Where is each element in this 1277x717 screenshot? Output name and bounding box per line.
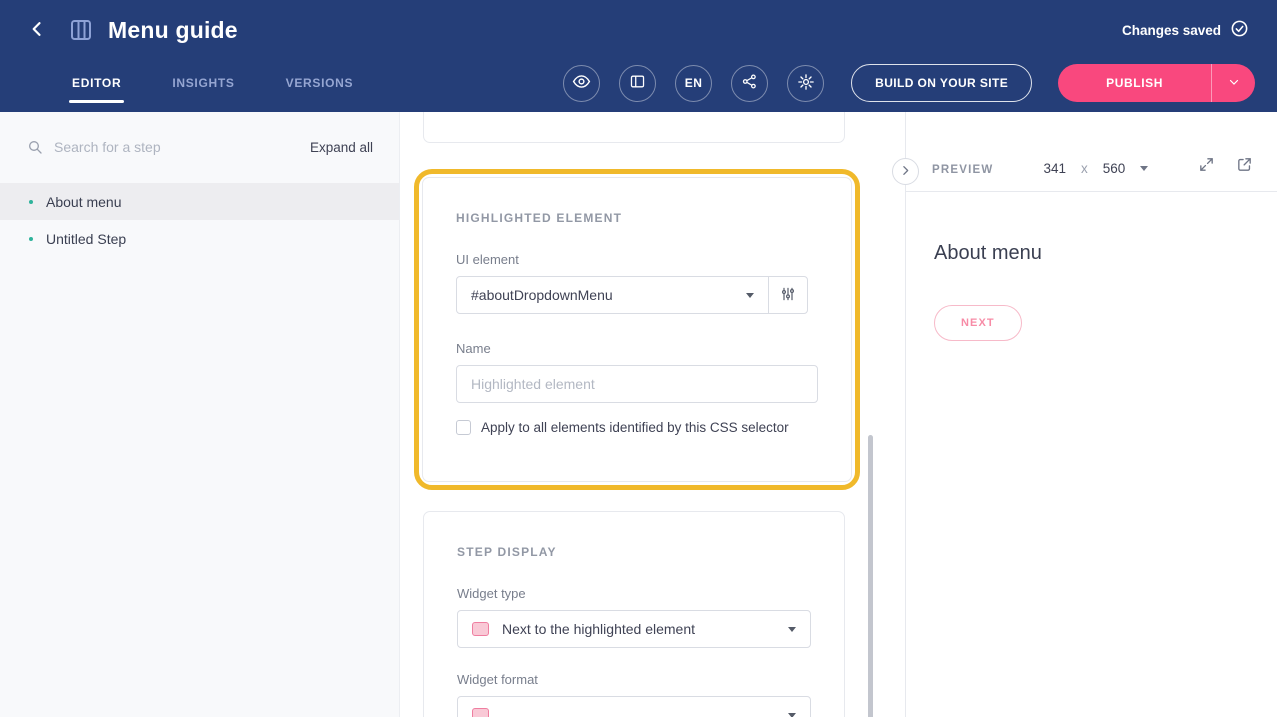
step-search-input[interactable] [54,139,299,155]
apply-all-checkbox-label: Apply to all elements identified by this… [481,420,789,435]
search-icon [27,139,43,155]
preview-panel: PREVIEW 341 x 560 About menu NEXT [905,112,1277,717]
check-circle-icon [1230,19,1249,41]
page-title: Menu guide [108,17,238,44]
highlighted-element-card: HIGHLIGHTED ELEMENT UI element #aboutDro… [422,177,852,482]
apply-all-checkbox[interactable] [456,420,471,435]
expand-all-button[interactable]: Expand all [310,140,373,155]
chevron-left-icon [27,19,47,42]
preview-height-value: 560 [1103,161,1126,176]
preview-step-heading: About menu [934,242,1277,265]
step-display-card: STEP DISPLAY Widget type Next to the hig… [423,511,845,717]
editor-scrollbar[interactable] [868,435,873,717]
name-label: Name [456,341,818,356]
step-item-label: Untitled Step [46,231,126,247]
guide-icon [68,17,94,43]
publish-dropdown-button[interactable] [1211,64,1255,102]
widget-type-select[interactable]: Next to the highlighted element [457,610,811,648]
chevron-right-icon [899,164,912,180]
preview-dimensions-select[interactable]: 341 x 560 [1043,161,1148,176]
external-link-icon [1236,156,1253,176]
step-dot-icon [29,200,33,204]
changes-saved-status: Changes saved [1122,19,1255,41]
back-button[interactable] [22,15,52,45]
gear-icon [797,73,815,94]
share-icon [741,73,758,93]
tooltip-widget-icon [472,708,489,717]
steps-sidebar: Expand all About menu Untitled Step [0,112,400,717]
widget-format-label: Widget format [457,672,811,687]
tab-editor[interactable]: EDITOR [72,76,121,90]
layout-panel-button[interactable] [619,65,656,102]
widget-format-select[interactable] [457,696,811,717]
share-button[interactable] [731,65,768,102]
collapse-preview-button[interactable] [892,158,919,185]
topbar: Menu guide Changes saved EDITOR INSIGHTS… [0,0,1277,112]
tab-versions[interactable]: VERSIONS [286,76,354,90]
step-item-label: About menu [46,194,122,210]
language-button[interactable]: EN [675,65,712,102]
language-label: EN [685,76,703,90]
highlighted-section-outline: HIGHLIGHTED ELEMENT UI element #aboutDro… [414,169,860,490]
tooltip-widget-icon [472,622,489,636]
ui-element-select[interactable]: #aboutDropdownMenu [456,276,769,314]
chevron-down-icon [788,713,796,717]
widget-format-option [472,708,489,717]
preview-header: PREVIEW 341 x 560 [906,112,1277,192]
topbar-nav-row: EDITOR INSIGHTS VERSIONS EN [0,60,1277,106]
sliders-icon [780,286,796,305]
main-tabs: EDITOR INSIGHTS VERSIONS [72,76,353,90]
widget-type-option: Next to the highlighted element [472,621,695,637]
dimension-separator: x [1081,161,1088,176]
ui-element-value: #aboutDropdownMenu [471,287,613,303]
publish-button[interactable]: PUBLISH [1058,64,1211,102]
ui-element-label: UI element [456,252,818,267]
build-on-your-site-button[interactable]: BUILD ON YOUR SITE [851,64,1032,102]
publish-split-button: PUBLISH [1058,64,1255,102]
fullscreen-preview-button[interactable] [1198,156,1215,176]
preview-header-icons [1198,156,1253,176]
preview-eye-button[interactable] [563,65,600,102]
highlighted-element-name-input[interactable] [456,365,818,403]
step-item-untitled-step[interactable]: Untitled Step [0,220,399,257]
eye-icon [572,72,591,94]
apply-all-checkbox-row: Apply to all elements identified by this… [456,420,818,435]
step-search-row: Expand all [0,112,399,175]
open-in-new-window-button[interactable] [1236,156,1253,176]
preview-width-value: 341 [1043,161,1066,176]
step-item-about-menu[interactable]: About menu [0,183,399,220]
chevron-down-icon [746,293,754,298]
chevron-down-icon [1228,76,1240,91]
step-dot-icon [29,237,33,241]
preview-next-button[interactable]: NEXT [934,305,1022,341]
panel-icon [629,73,646,93]
expand-icon [1198,156,1215,176]
ui-element-row: #aboutDropdownMenu [456,276,818,314]
step-editor-panel: HIGHLIGHTED ELEMENT UI element #aboutDro… [400,112,905,717]
preview-body: About menu NEXT [906,192,1277,341]
widget-type-label: Widget type [457,586,811,601]
chevron-down-icon [1140,166,1148,171]
widget-type-value: Next to the highlighted element [502,621,695,637]
previous-section-card [423,112,845,143]
step-list: About menu Untitled Step [0,183,399,257]
section-title: HIGHLIGHTED ELEMENT [456,211,818,225]
topbar-controls: EN BUILD ON YOUR SITE PUBLISH [563,64,1255,102]
changes-saved-label: Changes saved [1122,23,1221,38]
settings-button[interactable] [787,65,824,102]
chevron-down-icon [788,627,796,632]
section-title: STEP DISPLAY [457,545,811,559]
topbar-title-row: Menu guide Changes saved [0,0,1277,60]
preview-title: PREVIEW [932,164,993,176]
selector-settings-button[interactable] [768,276,808,314]
tab-insights[interactable]: INSIGHTS [172,76,234,90]
